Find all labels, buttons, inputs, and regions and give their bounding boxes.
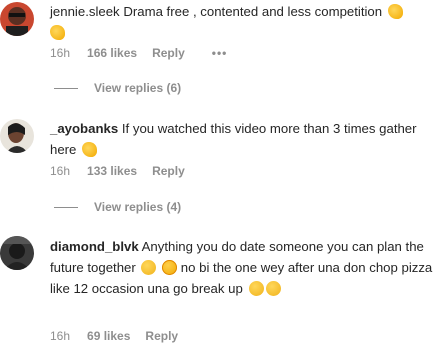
view-replies-button[interactable]: View replies (6) (54, 81, 181, 95)
view-replies-label: View replies (6) (94, 81, 182, 95)
comment-time: 16h (50, 46, 71, 60)
comment-time: 16h (50, 164, 71, 178)
crying-face-icon (141, 260, 157, 275)
laughing-face-icon (265, 281, 281, 296)
comment-time: 16h (50, 329, 71, 343)
divider-line (54, 87, 78, 89)
likes-count[interactable]: 133 likes (87, 164, 137, 178)
comment-meta: 16h 133 likes Reply (50, 164, 202, 178)
reply-button[interactable]: Reply (145, 329, 178, 343)
comment-meta: 16h 166 likes Reply ••• (50, 46, 244, 60)
clapping-hands-icon (82, 141, 98, 157)
avatar[interactable] (0, 236, 34, 270)
comment-body: diamond_blvk Anything you do date someon… (50, 236, 434, 299)
comment-body: _ayobanks If you watched this video more… (50, 119, 434, 160)
reply-button[interactable]: Reply (152, 46, 185, 60)
comment-username[interactable]: _ayobanks (50, 121, 118, 136)
avatar[interactable] (0, 119, 34, 153)
avatar[interactable] (0, 2, 34, 36)
view-replies-button[interactable]: View replies (4) (54, 200, 181, 214)
view-replies-label: View replies (4) (94, 200, 182, 214)
comment-meta: 16h 69 likes Reply (50, 329, 195, 343)
comment-username[interactable]: jennie.sleek (50, 4, 120, 19)
reply-button[interactable]: Reply (152, 164, 185, 178)
laughing-face-icon (248, 281, 264, 296)
divider-line (54, 206, 78, 208)
star-struck-face-icon (162, 260, 178, 275)
likes-count[interactable]: 166 likes (87, 46, 137, 60)
comment-username[interactable]: diamond_blvk (50, 239, 139, 254)
clapping-hands-icon (387, 4, 403, 19)
likes-count[interactable]: 69 likes (87, 329, 130, 343)
more-options-icon[interactable]: ••• (212, 46, 228, 60)
comment-body: jennie.sleek Drama free , contented and … (50, 2, 434, 43)
comment-text: Drama free , contented and less competit… (123, 4, 383, 19)
clapping-hands-icon (50, 24, 65, 40)
